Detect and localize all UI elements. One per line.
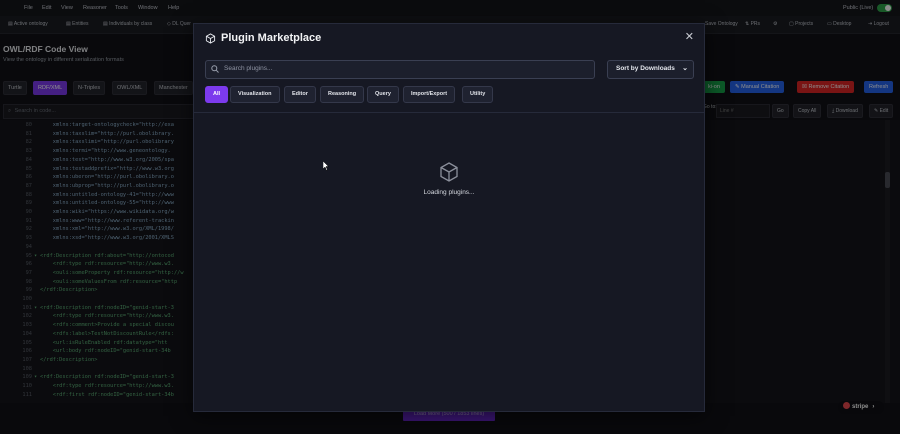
category-import-export[interactable]: Import/Export <box>403 86 456 103</box>
search-placeholder: Search plugins... <box>224 65 273 72</box>
package-icon <box>440 162 458 182</box>
mouse-cursor-icon <box>323 161 329 171</box>
close-icon[interactable]: ✕ <box>685 30 694 43</box>
category-editor[interactable]: Editor <box>284 86 316 103</box>
category-visualization[interactable]: Visualization <box>230 86 280 103</box>
plugin-marketplace-modal: Plugin Marketplace ✕ Search plugins... S… <box>193 23 705 412</box>
category-utility[interactable]: Utility <box>462 86 494 103</box>
modal-title: Plugin Marketplace <box>221 32 322 44</box>
search-icon <box>211 65 219 73</box>
loading-text: Loading plugins... <box>423 189 475 196</box>
category-query[interactable]: Query <box>367 86 399 103</box>
puzzle-icon <box>205 33 216 44</box>
category-reasoning[interactable]: Reasoning <box>320 86 365 103</box>
chevron-down-icon: ⌄ <box>682 65 688 72</box>
plugin-search-input[interactable]: Search plugins... <box>205 60 595 79</box>
sort-select[interactable]: Sort by Downloads ⌄ <box>607 60 694 79</box>
modal-divider <box>194 112 704 113</box>
category-all[interactable]: All <box>205 86 229 103</box>
